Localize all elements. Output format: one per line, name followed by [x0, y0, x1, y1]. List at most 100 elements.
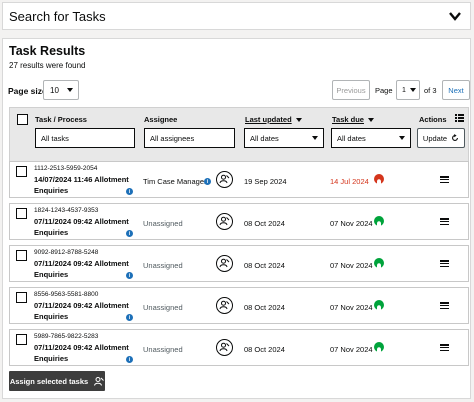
page-number-value: 1 — [402, 86, 406, 94]
task-reference: 1824-1243-4537-9353 — [34, 207, 99, 214]
task-due-date: 07 Nov 2024 — [330, 219, 373, 228]
task-due-date: 07 Nov 2024 — [330, 345, 373, 354]
task-reference: 8556-9563-5581-8800 — [34, 291, 99, 298]
page-label: Page — [375, 86, 393, 95]
hamburger-menu-icon[interactable] — [440, 176, 449, 184]
row-checkbox[interactable] — [16, 208, 27, 219]
task-reference: 5989-7865-9822-5283 — [34, 333, 99, 340]
task-name-line1[interactable]: 07/11/2024 09:42 Allotment — [34, 259, 129, 268]
task-row[interactable]: 1824-1243-4537-9353 07/11/2024 09:42 Allo… — [9, 203, 469, 240]
column-header-assignee: Assignee — [144, 115, 178, 124]
info-icon[interactable]: i — [126, 314, 133, 321]
results-count: 27 results were found — [9, 61, 86, 70]
bell-icon — [374, 300, 384, 312]
search-panel-title: Search for Tasks — [9, 9, 106, 24]
page-size-label: Page size — [8, 86, 47, 96]
results-heading: Task Results — [9, 44, 86, 58]
assign-user-icon[interactable] — [216, 339, 233, 356]
info-icon[interactable]: i — [126, 356, 133, 363]
task-last-updated: 08 Oct 2024 — [244, 345, 285, 354]
bell-icon — [374, 216, 384, 228]
dropdown-caret-icon — [399, 136, 405, 140]
row-checkbox[interactable] — [16, 250, 27, 261]
row-checkbox[interactable] — [16, 166, 27, 177]
task-name-line2[interactable]: Enquiries — [34, 312, 68, 321]
task-last-updated: 08 Oct 2024 — [244, 303, 285, 312]
task-assignee: Unassigned — [143, 261, 183, 270]
bell-icon — [374, 174, 384, 186]
bell-icon — [374, 258, 384, 270]
column-header-last-updated[interactable]: Last updated — [245, 115, 302, 124]
column-header-task-due[interactable]: Task due — [332, 115, 374, 124]
next-page-button[interactable]: Next — [442, 80, 470, 100]
column-header-actions: Actions — [419, 115, 447, 124]
task-due-filter-value: All dates — [337, 133, 366, 143]
info-icon[interactable]: i — [204, 178, 211, 185]
page-number-select[interactable]: 1 — [396, 80, 420, 100]
assign-user-icon[interactable] — [216, 297, 233, 314]
task-name-line2[interactable]: Enquiries — [34, 186, 68, 195]
assign-user-icon — [94, 376, 105, 386]
task-name-line1[interactable]: 07/11/2024 09:42 Allotment — [34, 343, 129, 352]
task-row[interactable]: 8556-9563-5581-8800 07/11/2024 09:42 Allo… — [9, 287, 469, 324]
dropdown-caret-icon — [67, 88, 73, 92]
task-due-date: 07 Nov 2024 — [330, 303, 373, 312]
page-size-select[interactable]: 10 — [43, 80, 79, 100]
info-icon[interactable]: i — [126, 230, 133, 237]
update-button[interactable]: Update — [417, 128, 465, 148]
task-row[interactable]: 1112-2513-5959-2054 14/07/2024 11:46 Allo… — [9, 161, 469, 198]
task-last-updated: 08 Oct 2024 — [244, 261, 285, 270]
page-size-value: 10 — [50, 85, 59, 95]
assign-selected-label: Assign selected tasks — [9, 376, 89, 386]
task-row[interactable]: 5989-7865-9822-5283 07/11/2024 09:42 Allo… — [9, 329, 469, 366]
task-last-updated: 19 Sep 2024 — [244, 177, 287, 186]
assign-user-icon[interactable] — [216, 171, 233, 188]
dropdown-caret-icon — [312, 136, 318, 140]
select-all-checkbox[interactable] — [17, 114, 28, 125]
task-assignee: Unassigned — [143, 345, 183, 354]
page-count: of 3 — [424, 86, 437, 95]
info-icon[interactable]: i — [126, 188, 133, 195]
task-row[interactable]: 9092-8912-8788-5248 07/11/2024 09:42 Allo… — [9, 245, 469, 282]
dropdown-caret-icon — [410, 88, 416, 92]
hamburger-menu-icon[interactable] — [440, 302, 449, 310]
column-header-task: Task / Process — [35, 115, 87, 124]
task-reference: 9092-8912-8788-5248 — [34, 249, 99, 256]
task-due-filter-select[interactable]: All dates — [331, 128, 411, 148]
last-updated-label: Last updated — [245, 115, 292, 124]
task-last-updated: 08 Oct 2024 — [244, 219, 285, 228]
assign-user-icon[interactable] — [216, 255, 233, 272]
assign-user-icon[interactable] — [216, 213, 233, 230]
hamburger-menu-icon[interactable] — [440, 218, 449, 226]
last-updated-filter-select[interactable]: All dates — [244, 128, 324, 148]
task-name-line2[interactable]: Enquiries — [34, 354, 68, 363]
update-button-label: Update — [422, 133, 448, 143]
row-checkbox[interactable] — [16, 292, 27, 303]
task-assignee: Unassigned — [143, 303, 183, 312]
task-due-date: 07 Nov 2024 — [330, 261, 373, 270]
task-results-panel: Task Results 27 results were found Page … — [2, 38, 471, 399]
task-name-line1[interactable]: 14/07/2024 11:46 Allotment — [34, 175, 129, 184]
chevron-down-icon[interactable] — [448, 9, 462, 23]
task-name-line1[interactable]: 07/11/2024 09:42 Allotment — [34, 217, 129, 226]
search-tasks-panel[interactable]: Search for Tasks — [2, 2, 471, 30]
hamburger-menu-icon[interactable] — [440, 260, 449, 268]
last-updated-filter-value: All dates — [250, 133, 279, 143]
assign-selected-tasks-button[interactable]: Assign selected tasks — [9, 371, 105, 391]
task-reference: 1112-2513-5959-2054 — [34, 165, 98, 172]
previous-page-button[interactable]: Previous — [332, 80, 370, 100]
task-name-line2[interactable]: Enquiries — [34, 270, 68, 279]
assignee-filter-input[interactable]: All assignees — [144, 128, 235, 148]
hamburger-menu-icon[interactable] — [440, 344, 449, 352]
task-due-date: 14 Jul 2024 — [330, 177, 369, 186]
row-checkbox[interactable] — [16, 334, 27, 345]
info-icon[interactable]: i — [126, 272, 133, 279]
sort-caret-icon — [367, 118, 374, 123]
list-view-icon[interactable] — [455, 114, 464, 122]
task-name-line1[interactable]: 07/11/2024 09:42 Allotment — [34, 301, 129, 310]
sort-caret-icon — [295, 118, 302, 123]
task-filter-input[interactable]: All tasks — [35, 128, 135, 148]
task-assignee: Unassigned — [143, 219, 183, 228]
task-name-line2[interactable]: Enquiries — [34, 228, 68, 237]
refresh-icon — [452, 134, 459, 141]
